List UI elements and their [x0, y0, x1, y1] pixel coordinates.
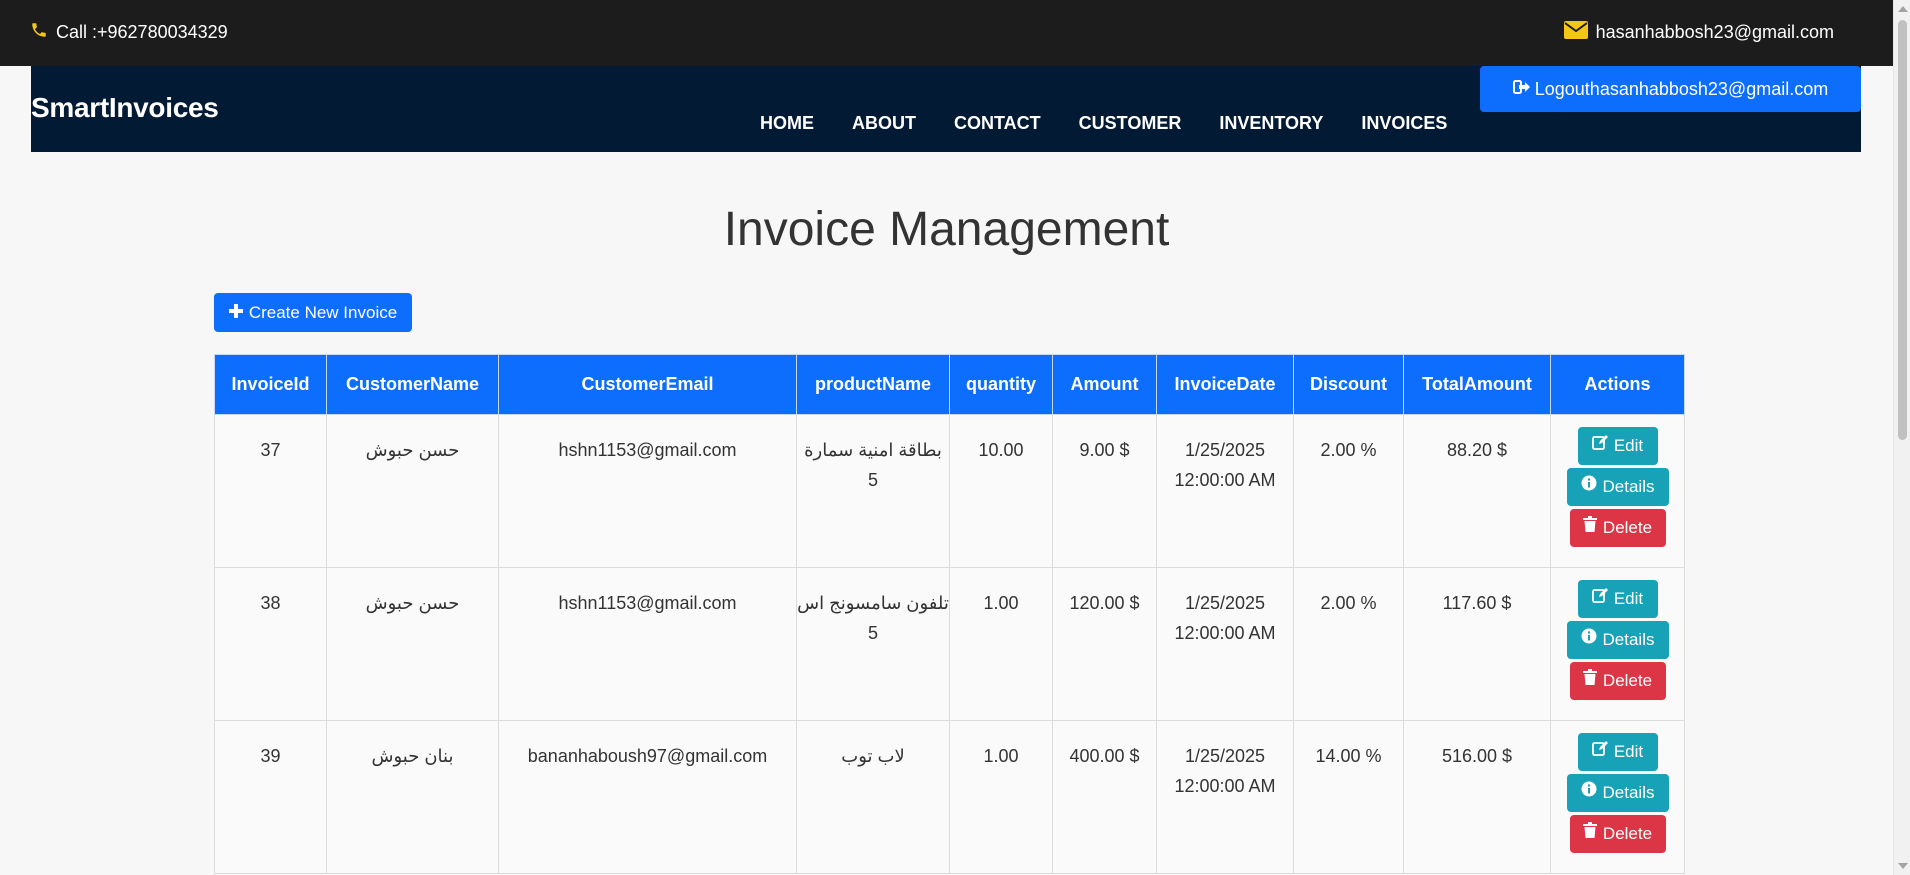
- nav-invoices[interactable]: INVOICES: [1361, 113, 1447, 134]
- header-invoice-date[interactable]: InvoiceDate: [1156, 354, 1294, 415]
- table-row: 37 حسن حبوش hshn1153@gmail.com بطاقة امن…: [214, 414, 1685, 568]
- cell-discount: 14.00 %: [1293, 720, 1404, 874]
- nav-customer[interactable]: CUSTOMER: [1079, 113, 1182, 134]
- cell-customer-email: hshn1153@gmail.com: [498, 567, 797, 721]
- phone-icon: [30, 21, 48, 44]
- delete-label: Delete: [1602, 518, 1653, 537]
- edit-label: Edit: [1613, 589, 1644, 608]
- cell-customer-name: بنان حبوش: [326, 720, 499, 874]
- info-icon: [1581, 468, 1597, 506]
- delete-label: Delete: [1602, 824, 1653, 843]
- cell-amount: 400.00 $: [1052, 720, 1157, 874]
- nav-inventory[interactable]: INVENTORY: [1219, 113, 1323, 134]
- phone-text: Call :+962780034329: [56, 22, 228, 42]
- edit-label: Edit: [1613, 742, 1644, 761]
- cell-total-amount: 117.60 $: [1403, 567, 1551, 721]
- details-label: Details: [1602, 477, 1655, 496]
- trash-icon: [1582, 815, 1597, 853]
- logout-label: Logouthasanhabbosh23@gmail.com: [1534, 78, 1829, 99]
- nav-links: HOME ABOUT CONTACT CUSTOMER INVENTORY IN…: [760, 113, 1485, 134]
- plus-icon: [228, 303, 243, 323]
- contact-topbar: Call :+962780034329 hasanhabbosh23@gmail…: [0, 0, 1893, 66]
- email-contact[interactable]: hasanhabbosh23@gmail.com: [1563, 21, 1834, 44]
- cell-quantity: 1.00: [949, 720, 1053, 874]
- edit-button[interactable]: Edit: [1577, 733, 1658, 771]
- invoices-table: InvoiceId CustomerName CustomerEmail pro…: [214, 354, 1685, 874]
- cell-actions: Edit Details Delete: [1550, 567, 1685, 721]
- info-icon: [1581, 774, 1597, 812]
- nav-home[interactable]: HOME: [760, 113, 814, 134]
- table-header-row: InvoiceId CustomerName CustomerEmail pro…: [214, 354, 1685, 415]
- cell-actions: Edit Details Delete: [1550, 414, 1685, 568]
- table-row: 38 حسن حبوش hshn1153@gmail.com تلفون سام…: [214, 567, 1685, 721]
- cell-invoice-id: 38: [214, 567, 327, 721]
- create-invoice-label: Create New Invoice: [248, 302, 398, 322]
- header-amount[interactable]: Amount: [1052, 354, 1157, 415]
- header-actions: Actions: [1550, 354, 1685, 415]
- cell-product-name: لاب توب: [796, 720, 950, 874]
- details-button[interactable]: Details: [1566, 468, 1669, 506]
- nav-about[interactable]: ABOUT: [852, 113, 916, 134]
- cell-customer-name: حسن حبوش: [326, 414, 499, 568]
- scroll-down-arrow-icon[interactable]: [1898, 863, 1908, 869]
- details-label: Details: [1602, 630, 1655, 649]
- edit-icon: [1591, 580, 1608, 618]
- header-discount[interactable]: Discount: [1293, 354, 1404, 415]
- edit-icon: [1591, 733, 1608, 771]
- trash-icon: [1582, 662, 1597, 700]
- delete-button[interactable]: Delete: [1569, 509, 1666, 547]
- cell-invoice-date: 1/25/2025 12:00:00 AM: [1156, 567, 1294, 721]
- cell-customer-email: hshn1153@gmail.com: [498, 414, 797, 568]
- scroll-up-arrow-icon[interactable]: [1898, 6, 1908, 12]
- main-navbar: SmartInvoices HOME ABOUT CONTACT CUSTOME…: [31, 66, 1861, 152]
- cell-discount: 2.00 %: [1293, 414, 1404, 568]
- cell-product-name: بطاقة امنية سمارة 5: [796, 414, 950, 568]
- cell-invoice-id: 39: [214, 720, 327, 874]
- page-scrollbar[interactable]: [1893, 0, 1910, 875]
- details-button[interactable]: Details: [1566, 774, 1669, 812]
- nav-contact[interactable]: CONTACT: [954, 113, 1041, 134]
- cell-amount: 120.00 $: [1052, 567, 1157, 721]
- cell-quantity: 10.00: [949, 414, 1053, 568]
- delete-button[interactable]: Delete: [1569, 662, 1666, 700]
- header-customer-email[interactable]: CustomerEmail: [498, 354, 797, 415]
- edit-icon: [1591, 427, 1608, 465]
- cell-product-name: تلفون سامسونج اس 5: [796, 567, 950, 721]
- cell-invoice-date: 1/25/2025 12:00:00 AM: [1156, 720, 1294, 874]
- header-invoice-id[interactable]: InvoiceId: [214, 354, 327, 415]
- edit-label: Edit: [1613, 436, 1644, 455]
- cell-customer-name: حسن حبوش: [326, 567, 499, 721]
- details-label: Details: [1602, 783, 1655, 802]
- logout-button[interactable]: Logouthasanhabbosh23@gmail.com: [1480, 66, 1861, 112]
- header-product-name[interactable]: productName: [796, 354, 950, 415]
- cell-total-amount: 88.20 $: [1403, 414, 1551, 568]
- cell-customer-email: bananhaboush97@gmail.com: [498, 720, 797, 874]
- page-title: Invoice Management: [723, 203, 1170, 256]
- delete-label: Delete: [1602, 671, 1653, 690]
- delete-button[interactable]: Delete: [1569, 815, 1666, 853]
- cell-invoice-date: 1/25/2025 12:00:00 AM: [1156, 414, 1294, 568]
- cell-actions: Edit Details Delete: [1550, 720, 1685, 874]
- scrollbar-thumb[interactable]: [1898, 20, 1907, 440]
- edit-button[interactable]: Edit: [1577, 580, 1658, 618]
- trash-icon: [1582, 509, 1597, 547]
- table-row: 39 بنان حبوش bananhaboush97@gmail.com لا…: [214, 720, 1685, 874]
- header-total-amount[interactable]: TotalAmount: [1403, 354, 1551, 415]
- cell-quantity: 1.00: [949, 567, 1053, 721]
- cell-discount: 2.00 %: [1293, 567, 1404, 721]
- create-invoice-button[interactable]: Create New Invoice: [214, 293, 412, 332]
- brand-logo[interactable]: SmartInvoices: [31, 92, 219, 124]
- edit-button[interactable]: Edit: [1577, 427, 1658, 465]
- envelope-icon: [1563, 21, 1588, 44]
- cell-total-amount: 516.00 $: [1403, 720, 1551, 874]
- cell-invoice-id: 37: [214, 414, 327, 568]
- header-customer-name[interactable]: CustomerName: [326, 354, 499, 415]
- details-button[interactable]: Details: [1566, 621, 1669, 659]
- phone-contact: Call :+962780034329: [30, 21, 228, 44]
- info-icon: [1581, 621, 1597, 659]
- email-text: hasanhabbosh23@gmail.com: [1595, 22, 1834, 42]
- logout-icon: [1512, 79, 1531, 100]
- header-quantity[interactable]: quantity: [949, 354, 1053, 415]
- cell-amount: 9.00 $: [1052, 414, 1157, 568]
